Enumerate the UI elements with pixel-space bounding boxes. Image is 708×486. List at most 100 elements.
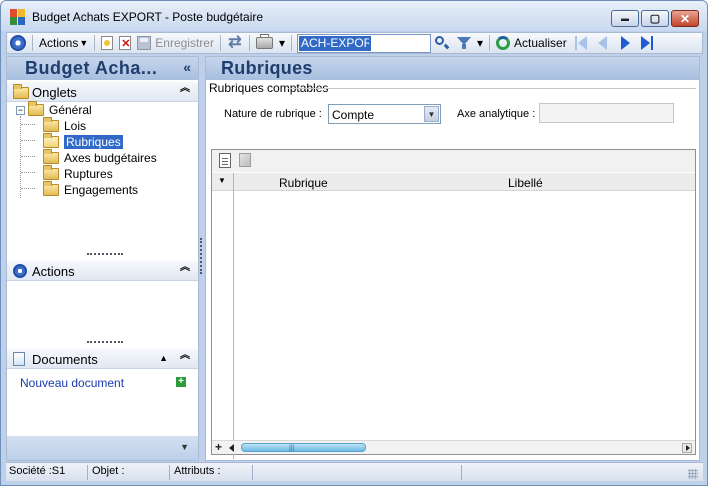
documents-section-header[interactable]: Documents ▲ ︽	[7, 349, 198, 369]
filter-funnel-icon	[456, 35, 472, 51]
analytic-axis-field[interactable]	[539, 103, 674, 123]
folder-icon	[43, 149, 59, 164]
close-button[interactable]: ✕	[671, 10, 699, 27]
toolbar-separator	[248, 35, 250, 51]
minimize-button[interactable]: ▬	[611, 10, 639, 27]
image-icon[interactable]	[239, 153, 251, 167]
add-row-icon[interactable]: +	[215, 441, 222, 454]
tree-item-label: Axes budgétaires	[64, 151, 157, 165]
nature-label: Nature de rubrique :	[224, 108, 322, 120]
main-toolbar: Actions ▼ ✕ Enregistrer ⇄ ▾ ACH-EXPORT ▾…	[6, 32, 703, 54]
app-icon	[10, 9, 26, 25]
tree-item-ruptures[interactable]: Ruptures	[43, 165, 113, 182]
tree-item-engagements[interactable]: Engagements	[43, 181, 139, 198]
application-window: Budget Achats EXPORT - Poste budgétaire …	[0, 0, 708, 486]
column-header-libelle[interactable]: Libellé	[508, 176, 543, 190]
new-button[interactable]	[98, 33, 116, 53]
refresh-button[interactable]: Actualiser	[493, 33, 570, 53]
maximize-button[interactable]: ▢	[641, 10, 669, 27]
horizontal-scrollbar[interactable]: + |||	[212, 440, 695, 454]
open-folder-icon	[43, 133, 59, 148]
tree-line	[21, 124, 35, 125]
printer-icon	[255, 34, 273, 49]
navigation-button[interactable]	[7, 33, 29, 53]
print-button[interactable]: ▾	[253, 33, 288, 53]
status-object: Objet :	[89, 465, 170, 480]
search-icon	[434, 35, 450, 51]
tree-item-lois[interactable]: Lois	[43, 117, 87, 134]
title-bar[interactable]: Budget Achats EXPORT - Poste budgétaire …	[1, 1, 707, 31]
new-document-icon	[101, 36, 114, 50]
tree-line	[21, 156, 35, 157]
search-button[interactable]	[431, 33, 453, 53]
status-company: Société :S1	[6, 465, 88, 480]
collapse-pane-icon[interactable]: «	[183, 59, 191, 75]
delete-button[interactable]: ✕	[116, 33, 134, 53]
first-record-button[interactable]	[570, 33, 592, 53]
tabs-section-header[interactable]: Onglets ︽	[7, 82, 198, 102]
sync-button[interactable]: ⇄	[224, 33, 246, 53]
scroll-left-icon[interactable]	[229, 444, 234, 452]
tree-item-label: Engagements	[64, 183, 139, 197]
next-record-button[interactable]	[614, 33, 636, 53]
toolbar-separator	[32, 35, 33, 51]
delete-icon: ✕	[119, 36, 132, 50]
actions-menu-button[interactable]: Actions ▼	[36, 33, 91, 53]
window-title: Budget Achats EXPORT - Poste budgétaire	[32, 10, 264, 24]
tree-item-label: Lois	[64, 119, 87, 133]
collapse-section-icon[interactable]: ︽	[180, 351, 190, 361]
content-header: Rubriques	[206, 57, 699, 80]
navigation-pane-title: Budget Acha...	[25, 58, 158, 78]
column-header-rubrique[interactable]: Rubrique	[279, 176, 328, 190]
folder-icon	[43, 117, 59, 132]
last-record-button[interactable]	[636, 33, 658, 53]
scrollbar-thumb[interactable]: |||	[241, 443, 366, 452]
minimize-icon: ▬	[621, 14, 629, 23]
section-splitter[interactable]	[87, 341, 123, 343]
nature-select-value: Compte	[332, 108, 375, 122]
folder-icon	[13, 84, 29, 99]
tree-item-rubriques[interactable]: Rubriques	[43, 133, 123, 150]
chevron-down-icon[interactable]: ▼	[424, 106, 439, 122]
tree-item-general[interactable]: − Général	[16, 101, 92, 118]
save-label: Enregistrer	[155, 36, 214, 50]
collapse-tree-icon[interactable]: −	[16, 105, 25, 115]
scroll-grip: |||	[289, 445, 295, 452]
filter-button[interactable]: ▾	[453, 33, 486, 53]
actions-section-header[interactable]: Actions ︽	[7, 261, 198, 281]
scroll-right-icon[interactable]	[682, 443, 692, 453]
tree-item-label: Général	[49, 103, 92, 117]
tree-line	[20, 116, 21, 198]
save-button[interactable]: Enregistrer	[134, 33, 217, 53]
tree-line	[21, 172, 35, 173]
folder-icon	[43, 181, 59, 196]
tree-item-label: Rubriques	[64, 135, 123, 149]
tree-line	[21, 140, 35, 141]
minimize-section-icon[interactable]: ▲	[159, 353, 168, 363]
grid-header: ▼ Rubrique Libellé	[212, 173, 695, 191]
last-record-icon	[639, 35, 655, 51]
content-pane: Rubriques Rubriques comptables Nature de…	[205, 56, 700, 461]
tree-item-axes-budgetaires[interactable]: Axes budgétaires	[43, 149, 157, 166]
chevron-down-icon: ▼	[79, 38, 89, 48]
folder-icon	[28, 101, 44, 116]
section-splitter[interactable]	[87, 253, 123, 255]
add-document-icon[interactable]: +	[176, 377, 186, 387]
resize-grip-icon[interactable]	[688, 469, 698, 479]
record-search-box[interactable]	[297, 33, 431, 53]
edit-document-icon[interactable]	[219, 153, 231, 168]
grid-toolbar	[212, 150, 695, 172]
previous-record-button[interactable]	[592, 33, 614, 53]
save-icon	[137, 36, 152, 50]
row-selector-icon[interactable]: ▼	[218, 176, 226, 185]
chevron-down-icon[interactable]: ▼	[180, 442, 189, 452]
collapse-section-icon[interactable]: ︽	[180, 84, 190, 94]
record-search-input[interactable]	[299, 35, 371, 51]
collapse-section-icon[interactable]: ︽	[180, 263, 190, 273]
pane-splitter[interactable]	[200, 238, 202, 274]
actions-circle-icon	[13, 264, 27, 278]
new-document-link[interactable]: Nouveau document	[20, 376, 124, 390]
nature-select[interactable]: Compte ▼	[328, 104, 441, 124]
previous-record-icon	[595, 35, 611, 51]
actions-section-label: Actions	[32, 264, 75, 279]
